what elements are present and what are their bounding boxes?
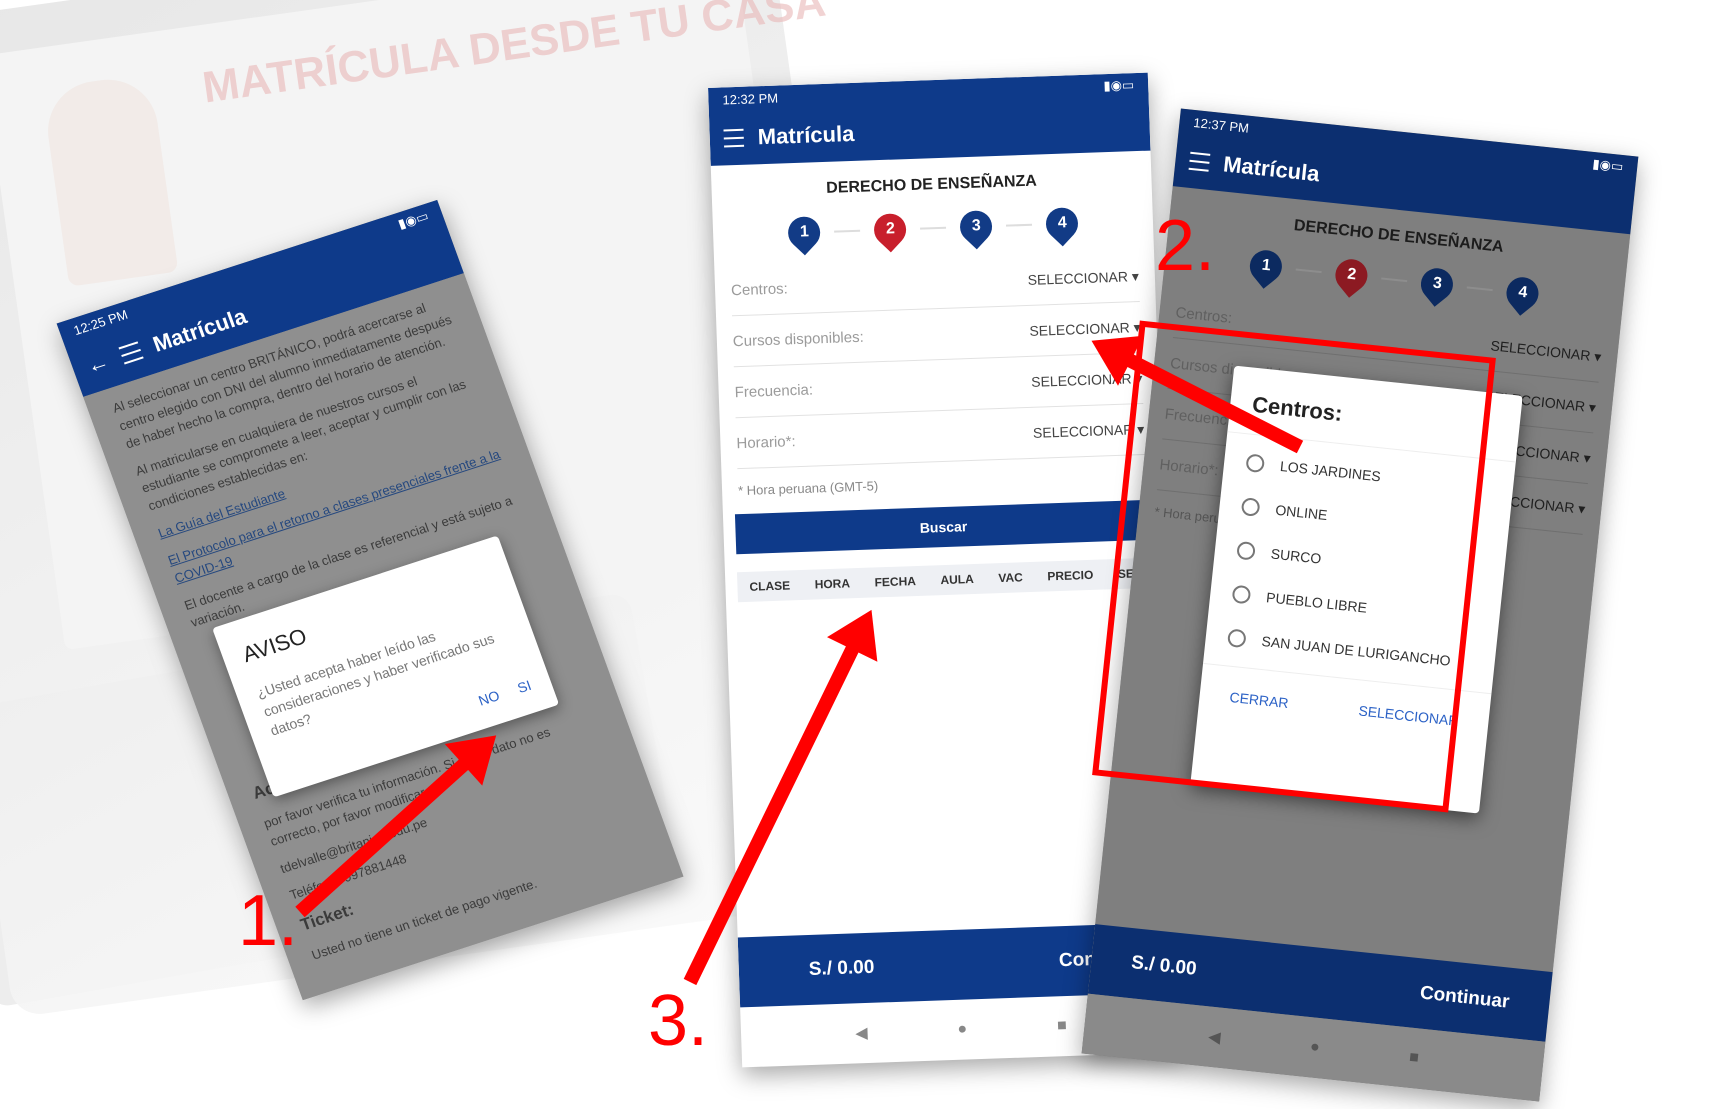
menu-icon[interactable] [723, 128, 745, 148]
annotation-1: 1. [238, 881, 299, 961]
nav-back-icon[interactable]: ◀ [1207, 1027, 1221, 1048]
page-title: Matrícula [1222, 151, 1321, 187]
step-1-marker[interactable]: 1 [781, 210, 827, 256]
step-number: 4 [1057, 214, 1067, 232]
step-number: 1 [799, 223, 809, 241]
status-time: 12:37 PM [1192, 114, 1250, 136]
signal-wifi-battery-icon: ▮◉▭ [1591, 155, 1625, 175]
step-connector [834, 229, 861, 233]
step-2-marker[interactable]: 2 [1328, 252, 1374, 298]
status-time: 12:32 PM [722, 90, 779, 107]
step-number: 4 [1517, 283, 1528, 302]
app-bar: 12:32 PM ▮◉▭ Matrícula [708, 72, 1151, 166]
search-button[interactable]: Buscar [734, 499, 1153, 555]
col-clase: CLASE [749, 578, 791, 594]
total-amount: S./ 0.00 [1130, 952, 1198, 980]
stepper: 1 2 3 4 [713, 201, 1154, 256]
step-4-marker[interactable]: 4 [1039, 201, 1085, 247]
frecuencia-dropdown[interactable]: SELECCIONAR ▾ [1031, 369, 1143, 390]
dropdown-caret-icon: ▾ [1593, 347, 1603, 365]
section-title: DERECHO DE ENSEÑANZA [825, 172, 1038, 197]
nav-home-icon[interactable]: ● [1309, 1038, 1320, 1057]
nav-home-icon[interactable]: ● [957, 1021, 967, 1039]
timezone-note: * Hora peruana (GMT-5) [737, 478, 879, 499]
step-4-marker[interactable]: 4 [1499, 270, 1545, 316]
dropdown-value: SELECCIONAR [1027, 267, 1129, 288]
step-connector [1295, 268, 1322, 274]
step-number: 2 [1346, 265, 1357, 284]
step-number: 1 [1260, 256, 1272, 275]
centros-label: Centros: [730, 279, 789, 299]
step-2-marker[interactable]: 2 [867, 207, 913, 253]
annotation-2: 2. [1155, 206, 1216, 286]
col-precio: PRECIO [1047, 567, 1094, 584]
continue-button[interactable]: Continuar [1419, 982, 1510, 1013]
step-connector [1381, 277, 1408, 283]
centros-dropdown[interactable]: SELECCIONAR ▾ [1027, 268, 1139, 289]
step-3-marker[interactable]: 3 [1414, 261, 1460, 307]
total-amount: S./ 0.00 [808, 956, 875, 980]
dropdown-value: SELECCIONAR [1032, 420, 1134, 441]
centros-dropdown[interactable]: SELECCIONAR ▾ [1490, 337, 1602, 366]
signal-wifi-battery-icon: ▮◉▭ [1103, 77, 1135, 94]
menu-icon[interactable] [118, 341, 144, 365]
dropdown-value: SELECCIONAR [1489, 336, 1592, 364]
dialog-buttons: NO SI [475, 675, 534, 711]
dropdown-caret-icon: ▾ [1131, 267, 1140, 284]
results-table-header: CLASE HORA FECHA AULA VAC PRECIO SEL [736, 557, 1154, 603]
step-3-marker[interactable]: 3 [953, 204, 999, 250]
nav-recents-icon[interactable]: ■ [1057, 1017, 1067, 1035]
horario-label: Horario*: [736, 432, 796, 452]
frecuencia-label: Frecuencia: [734, 381, 814, 401]
back-arrow-icon[interactable]: ← [83, 348, 113, 379]
col-hora: HORA [814, 576, 851, 592]
dropdown-caret-icon: ▾ [1588, 398, 1597, 416]
step-number: 3 [1431, 274, 1443, 293]
col-vac: VAC [998, 570, 1023, 586]
step-connector [1466, 286, 1493, 292]
annotation-3: 3. [648, 981, 709, 1061]
cursos-label: Cursos disponibles: [732, 328, 865, 350]
step-number: 3 [971, 217, 981, 235]
step-connector [920, 226, 947, 230]
step-connector [1005, 223, 1033, 227]
dropdown-caret-icon: ▾ [1582, 449, 1592, 466]
dropdown-caret-icon: ▾ [1577, 499, 1587, 517]
step-number: 2 [885, 220, 895, 238]
step-1-marker[interactable]: 1 [1243, 243, 1289, 289]
centros-label: Centros: [1174, 303, 1233, 327]
nav-recents-icon[interactable]: ■ [1408, 1049, 1419, 1068]
highlight-box [1092, 320, 1496, 813]
menu-icon[interactable] [1188, 151, 1211, 172]
yes-button[interactable]: SI [514, 675, 534, 698]
no-button[interactable]: NO [475, 685, 502, 711]
page-title: Matrícula [757, 120, 855, 150]
col-aula: AULA [940, 572, 974, 588]
col-fecha: FECHA [874, 574, 917, 590]
nav-back-icon[interactable]: ◀ [855, 1023, 868, 1043]
